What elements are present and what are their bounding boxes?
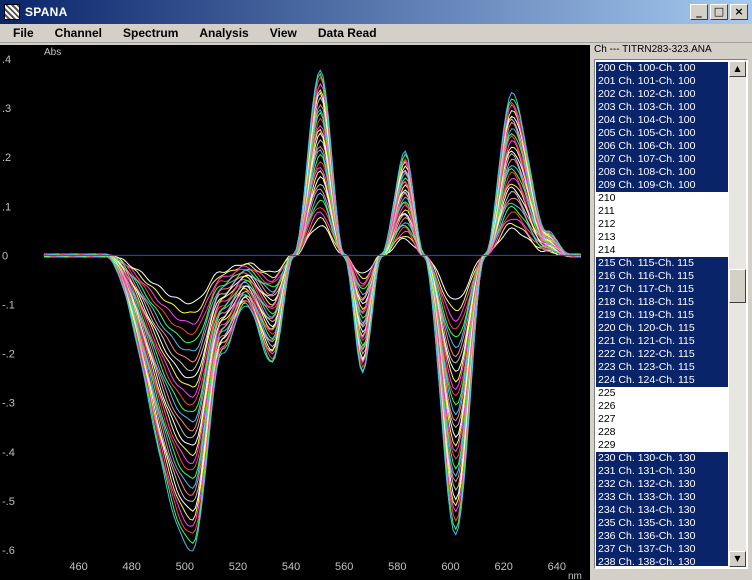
y-tick-label: .2 <box>2 152 11 164</box>
channel-list-item[interactable]: 231 Ch. 131-Ch. 130 <box>596 465 728 478</box>
channel-list-item[interactable]: 201 Ch. 101-Ch. 100 <box>596 75 728 88</box>
channel-list-item[interactable]: 224 Ch. 124-Ch. 115 <box>596 374 728 387</box>
x-axis-label: nm <box>568 571 582 580</box>
channel-list-item[interactable]: 236 Ch. 136-Ch. 130 <box>596 530 728 543</box>
menu-spectrum[interactable]: Spectrum <box>110 24 186 43</box>
channel-list-item[interactable]: 228 <box>596 426 728 439</box>
channel-list-item[interactable]: 206 Ch. 106-Ch. 100 <box>596 140 728 153</box>
channel-list-item[interactable]: 202 Ch. 102-Ch. 100 <box>596 88 728 101</box>
menu-channel[interactable]: Channel <box>42 24 110 43</box>
x-tick-label: 560 <box>335 561 353 573</box>
x-tick-label: 500 <box>176 561 194 573</box>
y-tick-label: .4 <box>2 54 11 66</box>
channel-list-item[interactable]: 232 Ch. 132-Ch. 130 <box>596 478 728 491</box>
channel-list-item[interactable]: 208 Ch. 108-Ch. 100 <box>596 166 728 179</box>
menu-view[interactable]: View <box>257 24 305 43</box>
x-tick-label: 640 <box>548 561 566 573</box>
y-tick-label: -.2 <box>2 349 15 361</box>
channel-list-item[interactable]: 229 <box>596 439 728 452</box>
x-tick-label: 580 <box>388 561 406 573</box>
x-tick-label: 620 <box>494 561 512 573</box>
x-tick-label: 520 <box>229 561 247 573</box>
y-axis-label: Abs <box>44 47 61 58</box>
channel-list-item[interactable]: 220 Ch. 120-Ch. 115 <box>596 322 728 335</box>
channel-list-item[interactable]: 221 Ch. 121-Ch. 115 <box>596 335 728 348</box>
channel-list-item[interactable]: 219 Ch. 119-Ch. 115 <box>596 309 728 322</box>
channel-list-item[interactable]: 225 <box>596 387 728 400</box>
scroll-up-arrow-icon[interactable]: ▲ <box>729 61 746 77</box>
minimize-icon[interactable]: _ <box>690 4 708 20</box>
title-bar: SPANA _ □ × <box>0 0 752 24</box>
channel-list-item[interactable]: 207 Ch. 107-Ch. 100 <box>596 153 728 166</box>
scroll-down-arrow-icon[interactable]: ▼ <box>729 551 746 567</box>
x-tick-label: 480 <box>122 561 140 573</box>
x-tick-label: 540 <box>282 561 300 573</box>
channel-list-item[interactable]: 210 <box>596 192 728 205</box>
channel-list-item[interactable]: 237 Ch. 137-Ch. 130 <box>596 543 728 556</box>
channel-list-item[interactable]: 209 Ch. 109-Ch. 100 <box>596 179 728 192</box>
x-tick-label: 600 <box>441 561 459 573</box>
y-tick-label: .3 <box>2 103 11 115</box>
y-tick-label: -.4 <box>2 447 15 459</box>
x-tick-label: 460 <box>69 561 87 573</box>
channel-list-item[interactable]: 238 Ch. 138-Ch. 130 <box>596 556 728 566</box>
spana-app-icon[interactable] <box>4 4 20 20</box>
y-tick-label: -.3 <box>2 398 15 410</box>
channel-list-item[interactable]: 223 Ch. 123-Ch. 115 <box>596 361 728 374</box>
channel-list-item[interactable]: 234 Ch. 134-Ch. 130 <box>596 504 728 517</box>
close-icon[interactable]: × <box>730 4 748 20</box>
channel-list-item[interactable]: 215 Ch. 115-Ch. 115 <box>596 257 728 270</box>
window-controls: _ □ × <box>688 4 748 20</box>
channel-list-item[interactable]: 233 Ch. 133-Ch. 130 <box>596 491 728 504</box>
channel-list-item[interactable]: 214 <box>596 244 728 257</box>
channel-list-item[interactable]: 204 Ch. 104-Ch. 100 <box>596 114 728 127</box>
y-tick-label: .1 <box>2 201 11 213</box>
scrollbar-thumb[interactable] <box>729 269 746 303</box>
channel-list-item[interactable]: 222 Ch. 122-Ch. 115 <box>596 348 728 361</box>
menu-bar: File Channel Spectrum Analysis View Data… <box>0 24 752 43</box>
channel-list-item[interactable]: 218 Ch. 118-Ch. 115 <box>596 296 728 309</box>
channel-list-item[interactable]: 205 Ch. 105-Ch. 100 <box>596 127 728 140</box>
y-tick-label: 0 <box>2 250 8 262</box>
maximize-icon[interactable]: □ <box>710 4 728 20</box>
channel-list-item[interactable]: 226 <box>596 400 728 413</box>
y-tick-label: -.5 <box>2 496 15 508</box>
y-tick-label: -.1 <box>2 300 15 312</box>
channel-list-item[interactable]: 217 Ch. 117-Ch. 115 <box>596 283 728 296</box>
channel-list-items: 200 Ch. 100-Ch. 100 201 Ch. 101-Ch. 100 20… <box>596 62 728 566</box>
window-title: SPANA <box>25 5 68 19</box>
menu-file[interactable]: File <box>0 24 42 43</box>
channel-list-item[interactable]: 216 Ch. 116-Ch. 115 <box>596 270 728 283</box>
channel-list-item[interactable]: 203 Ch. 103-Ch. 100 <box>596 101 728 114</box>
channel-list-item[interactable]: 200 Ch. 100-Ch. 100 <box>596 62 728 75</box>
channel-list-item[interactable]: 235 Ch. 135-Ch. 130 <box>596 517 728 530</box>
spectrum-plot[interactable]: .4 .3 .2 .1 0 -.1 -.2 -.3 -.4 -.5 -.6 460 480 500 520 5… <box>0 45 590 580</box>
channel-list-item[interactable]: 211 <box>596 205 728 218</box>
channel-listbox[interactable]: 200 Ch. 100-Ch. 100 201 Ch. 101-Ch. 100 20… <box>594 59 748 569</box>
spectrum-chart[interactable]: .4 .3 .2 .1 0 -.1 -.2 -.3 -.4 -.5 -.6 460 480 500 520 5… <box>0 45 590 580</box>
y-tick-label: -.6 <box>2 545 15 557</box>
channel-list-item[interactable]: 230 Ch. 130-Ch. 130 <box>596 452 728 465</box>
channel-list-item[interactable]: 212 <box>596 218 728 231</box>
menu-data-read[interactable]: Data Read <box>305 24 385 43</box>
list-scrollbar[interactable]: ▲ ▼ <box>729 61 746 567</box>
channel-list-item[interactable]: 213 <box>596 231 728 244</box>
channel-list-item[interactable]: 227 <box>596 413 728 426</box>
menu-analysis[interactable]: Analysis <box>186 24 256 43</box>
channel-list-header: Ch --- TITRN283-323.ANA <box>594 44 712 55</box>
